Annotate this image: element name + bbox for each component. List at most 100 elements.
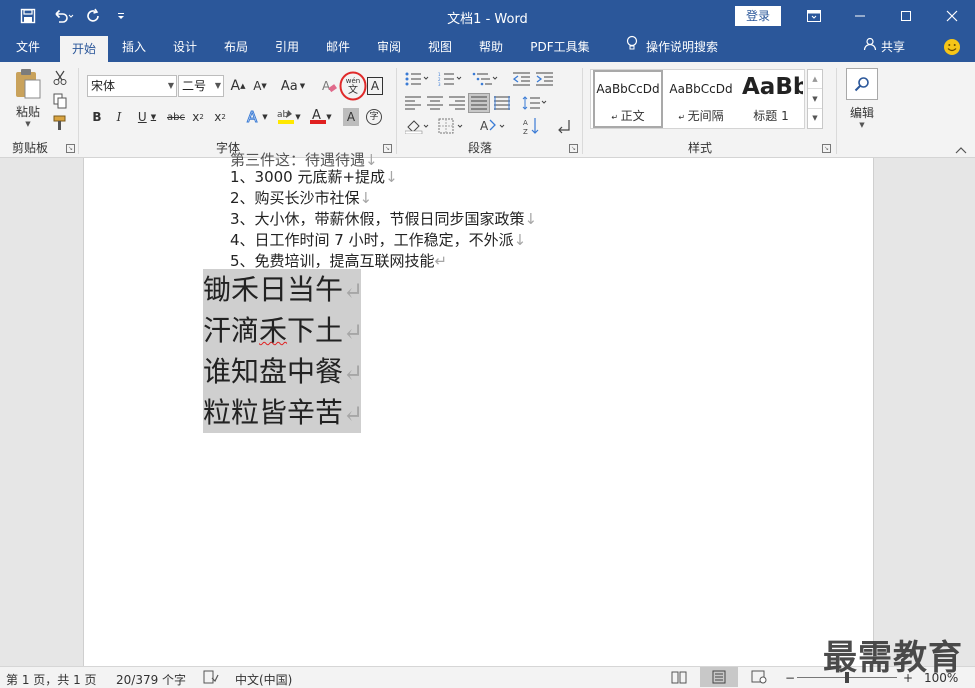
align-left-icon[interactable]	[403, 94, 423, 112]
style-normal[interactable]: AaBbCcDd ↵ 正文	[593, 70, 663, 128]
tab-home[interactable]: 开始	[60, 36, 108, 62]
read-mode-icon[interactable]	[671, 670, 687, 687]
tab-mailings[interactable]: 邮件	[316, 32, 360, 62]
show-paragraph-marks-icon[interactable]	[555, 116, 573, 136]
group-divider	[78, 68, 79, 154]
styles-scroll-up-icon[interactable]: ▲	[808, 70, 822, 89]
enclose-characters-button[interactable]: 字	[364, 107, 384, 127]
zoom-out-button[interactable]: −	[785, 671, 795, 685]
tab-view[interactable]: 视图	[418, 32, 462, 62]
cut-icon[interactable]	[50, 68, 70, 88]
tab-help[interactable]: 帮助	[469, 32, 513, 62]
style-no-spacing[interactable]: AaBbCcDd ↵ 无间隔	[666, 70, 736, 128]
lightbulb-icon	[626, 32, 638, 62]
editing-label: 编辑	[849, 106, 874, 120]
style-name: 标题 1	[753, 109, 789, 123]
asian-layout-button[interactable]: A	[478, 116, 510, 136]
ribbon-display-options-icon[interactable]	[791, 0, 837, 32]
character-border-button[interactable]: A	[367, 77, 383, 95]
collapse-ribbon-icon[interactable]	[953, 144, 969, 156]
grow-font-label: A	[230, 78, 241, 94]
tab-pdf-tools[interactable]: PDF工具集	[522, 32, 598, 62]
page-count[interactable]: 第 1 页，共 1 页	[6, 671, 97, 688]
tab-insert[interactable]: 插入	[112, 32, 156, 62]
increase-indent-icon[interactable]	[535, 70, 555, 88]
distributed-align-icon[interactable]	[492, 94, 512, 112]
font-size-value: 二号	[182, 79, 207, 93]
styles-scroll-down-icon[interactable]: ▼	[808, 89, 822, 109]
numbering-button[interactable]: 123	[436, 70, 466, 88]
ribbon-tab-bar: 文件 开始 插入 设计 布局 引用 邮件 审阅 视图 帮助 PDF工具集 操作说…	[0, 32, 975, 62]
style-heading-1[interactable]: AaBb 标题 1	[739, 70, 803, 128]
svg-text:A: A	[247, 108, 258, 124]
font-color-button[interactable]: A ▼	[307, 107, 335, 127]
svg-text:Z: Z	[523, 128, 528, 135]
multilevel-list-button[interactable]	[470, 70, 502, 88]
ribbon-home: 粘贴 ▼ 剪贴板 ↘ 宋体 ▼ 二号 ▼ A ▲ A ▼ Aa ▼ A wén 文 A…	[0, 62, 975, 158]
tell-me-search[interactable]: 操作说明搜索	[612, 32, 732, 62]
format-painter-icon[interactable]	[50, 113, 70, 133]
smiley-feedback-icon[interactable]	[940, 32, 964, 62]
style-name: ↵ 无间隔	[678, 109, 724, 123]
highlight-circle-icon	[339, 71, 367, 101]
group-divider	[396, 68, 397, 154]
shrink-font-button[interactable]: A ▼	[251, 76, 269, 96]
clipboard-launcher-icon[interactable]: ↘	[66, 144, 75, 153]
bold-button[interactable]: B	[89, 107, 105, 127]
subscript-button[interactable]: x2	[190, 107, 206, 127]
strikethrough-button[interactable]: abc	[165, 107, 187, 127]
align-center-icon[interactable]	[425, 94, 445, 112]
align-right-icon[interactable]	[447, 94, 467, 112]
sort-icon[interactable]: AZ	[522, 116, 542, 136]
maximize-icon[interactable]	[883, 0, 929, 32]
tab-review[interactable]: 审阅	[367, 32, 411, 62]
login-button[interactable]: 登录	[735, 6, 781, 26]
tab-file[interactable]: 文件	[4, 32, 52, 62]
web-layout-icon[interactable]	[751, 670, 767, 687]
highlight-color-button[interactable]: ab ▼	[273, 107, 305, 127]
proofing-icon[interactable]	[203, 670, 219, 687]
styles-launcher-icon[interactable]: ↘	[822, 144, 831, 153]
paste-dropdown-arrow: ▼	[25, 120, 31, 128]
tab-layout[interactable]: 布局	[214, 32, 258, 62]
italic-button[interactable]: I	[111, 107, 127, 127]
change-case-button[interactable]: Aa ▼	[278, 76, 308, 96]
character-border-label: A	[370, 79, 380, 93]
list-item: 4、日工作时间 7 小时，工作稳定，不外派↓	[230, 231, 527, 249]
font-launcher-icon[interactable]: ↘	[383, 144, 392, 153]
poem-line: 汗滴禾下土↵	[203, 310, 363, 351]
editing-button[interactable]: 编辑 ▼	[844, 68, 880, 132]
paste-button[interactable]: 粘贴 ▼	[8, 66, 48, 130]
tab-design[interactable]: 设计	[163, 32, 207, 62]
minimize-icon[interactable]	[837, 0, 883, 32]
character-shading-button[interactable]: A	[343, 108, 359, 126]
grow-font-button[interactable]: A ▲	[229, 76, 247, 96]
shading-button[interactable]	[403, 116, 433, 136]
print-layout-icon[interactable]	[700, 667, 738, 687]
poem-line: 粒粒皆辛苦↵	[203, 392, 363, 433]
clipboard-icon	[13, 66, 43, 103]
superscript-button[interactable]: x2	[212, 107, 228, 127]
font-name-combo[interactable]: 宋体 ▼	[87, 75, 177, 97]
copy-icon[interactable]	[50, 91, 70, 111]
strikethrough-label: abc	[167, 111, 185, 123]
justify-icon[interactable]	[468, 93, 490, 113]
language-indicator[interactable]: 中文(中国)	[235, 671, 292, 688]
share-button[interactable]: 共享	[856, 32, 912, 62]
bullets-button[interactable]	[403, 70, 433, 88]
poem-line: 锄禾日当午↵	[203, 269, 363, 310]
font-size-combo[interactable]: 二号 ▼	[178, 75, 224, 97]
decrease-indent-icon[interactable]	[512, 70, 532, 88]
underline-button[interactable]: U ▼	[133, 107, 161, 127]
document-page[interactable]: 第三件这：待遇待遇↓ 1、3000 元底薪+提成↓ 2、购买长沙市社保↓ 3、大…	[83, 151, 874, 666]
line-spacing-button[interactable]	[520, 94, 550, 112]
paragraph-launcher-icon[interactable]: ↘	[569, 144, 578, 153]
close-icon[interactable]	[929, 0, 975, 32]
clear-formatting-icon[interactable]: A	[320, 76, 338, 96]
word-count[interactable]: 20/379 个字	[116, 671, 186, 688]
styles-more-icon[interactable]: ▼	[808, 109, 822, 128]
text-effects-button[interactable]: A ▼	[243, 107, 271, 127]
borders-button[interactable]	[436, 116, 468, 136]
phonetic-guide-button[interactable]: wén 文	[339, 71, 367, 101]
tab-references[interactable]: 引用	[265, 32, 309, 62]
